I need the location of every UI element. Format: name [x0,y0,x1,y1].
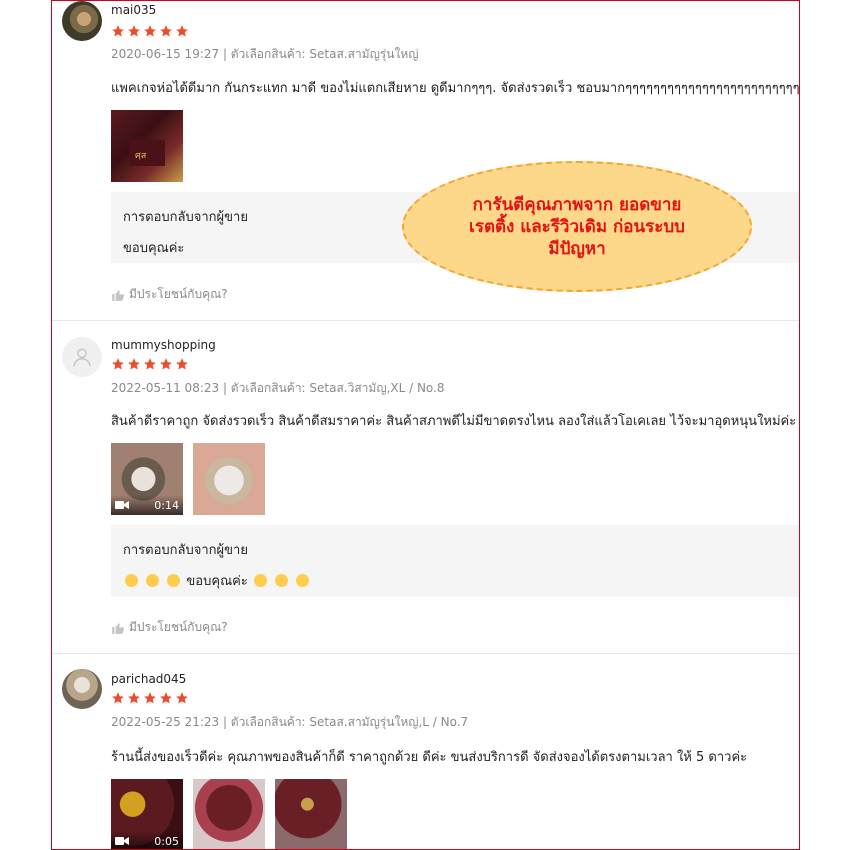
review-photo[interactable] [275,779,347,849]
reviews-frame: mai035 2020-06-15 19:27 | ตัวเลือกสินค้า… [51,0,800,850]
emoji-icon [125,574,138,587]
review-text: สินค้าดีราคาถูก จัดส่งรวดเร็ว สินค้าดีสม… [111,414,797,429]
divider [52,320,799,321]
review-text: แพคเกจห่อได้ดีมาก กันกระแทก มาดี ของไม่แ… [111,81,799,96]
review-username[interactable]: mummyshopping [111,338,216,352]
star-icon [160,358,172,370]
review-meta: 2020-06-15 19:27 | ตัวเลือกสินค้า: Setaส… [111,47,419,61]
star-icon [144,25,156,37]
star-icon [176,25,188,37]
review-item: mummyshopping 2022-05-11 08:23 | ตัวเลือ… [52,337,799,647]
video-camera-icon [115,837,129,845]
star-icon [112,358,124,370]
review-video[interactable]: 0:14 [111,443,183,515]
photo-image: ศฺส [129,140,165,166]
emoji-icon [253,574,267,587]
star-icon [144,358,156,370]
video-overlay: 0:05 [111,831,183,849]
svg-text:ศฺส: ศฺส [135,151,147,161]
star-icon [160,692,172,704]
review-item: parichad045 2022-05-25 21:23 | ตัวเลือกส… [52,669,799,849]
star-icon [128,358,140,370]
default-user-icon [73,348,91,367]
emoji-icon [167,574,181,587]
star-icon [128,692,140,704]
callout-line: เรตติ้ง และรีวิวเดิม ก่อนระบบ [469,216,685,237]
review-meta: 2022-05-11 08:23 | ตัวเลือกสินค้า: Setaส… [111,381,445,395]
review-photo[interactable] [193,443,265,515]
helpful-label: มีประโยชน์กับคุณ? [129,620,228,634]
video-overlay: 0:14 [111,495,183,515]
review-photo[interactable] [193,779,265,849]
star-icon [176,358,188,370]
callout-line: มีปัญหา [548,238,606,259]
emoji-icon [275,574,289,587]
star-icon [112,692,124,704]
review-meta: 2022-05-25 21:23 | ตัวเลือกสินค้า: Setaส… [111,715,469,729]
emoji-icon [296,574,310,587]
seller-reply: การตอบกลับจากผู้ขาย ขอบคุณค่ะ [111,525,799,597]
helpful-label: มีประโยชน์กับคุณ? [129,287,228,301]
avatar[interactable] [62,669,102,709]
guarantee-callout: การันตีคุณภาพจาก ยอดขาย เรตติ้ง และรีวิว… [402,161,752,292]
seller-reply-text: ขอบคุณค่ะ [123,570,787,591]
rating-stars [111,691,189,705]
star-icon [112,25,124,37]
callout-line: การันตีคุณภาพจาก ยอดขาย [472,194,682,215]
seller-reply-title: การตอบกลับจากผู้ขาย [123,543,248,558]
star-icon [128,25,140,37]
video-duration: 0:05 [154,834,179,848]
review-video[interactable]: 0:05 [111,779,183,849]
avatar[interactable] [62,1,102,41]
avatar[interactable] [62,337,102,377]
review-photo[interactable]: ศฺส [111,110,183,182]
seller-reply-message: ขอบคุณค่ะ [186,574,248,589]
review-username[interactable]: parichad045 [111,672,186,686]
review-username[interactable]: mai035 [111,3,156,17]
star-icon [144,692,156,704]
star-icon [160,25,172,37]
thumbs-up-icon [112,289,125,301]
video-camera-icon [115,501,129,509]
video-duration: 0:14 [154,498,179,512]
rating-stars [111,24,189,38]
divider [52,653,799,654]
rating-stars [111,357,189,371]
review-text: ร้านนี้ส่งของเร็วดีค่ะ คุณภาพของสินค้าก็… [111,750,748,765]
thumbs-up-icon [112,622,125,634]
helpful-button[interactable]: มีประโยชน์กับคุณ? [111,285,228,304]
star-icon [176,692,188,704]
helpful-button[interactable]: มีประโยชน์กับคุณ? [111,618,228,637]
emoji-icon [146,574,160,587]
